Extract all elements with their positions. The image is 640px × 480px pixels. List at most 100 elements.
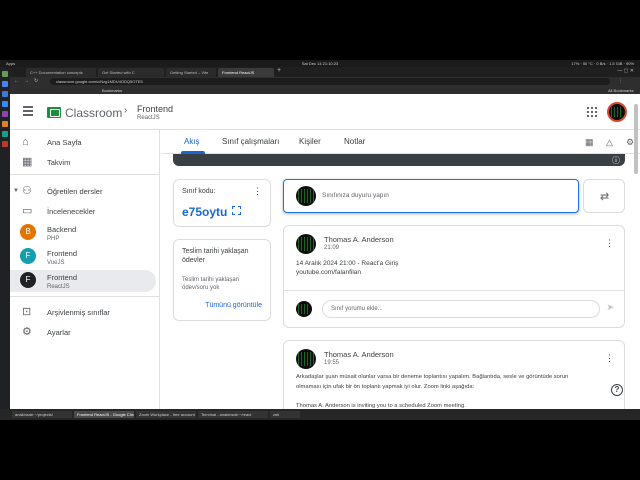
post-text: Arkadaşlar şuan müsait olanlar varsa bir… <box>296 374 569 380</box>
upcoming-title: Teslim tarihi yaklaşan ödevler <box>182 248 249 264</box>
reload-icon[interactable]: ↻ <box>34 78 38 84</box>
google-apps-icon[interactable] <box>587 107 597 117</box>
sidebar-item-course[interactable]: F Frontend VueJS <box>10 246 156 268</box>
extensions-icon[interactable]: ⋮ <box>618 78 623 84</box>
new-tab-icon[interactable]: + <box>277 67 281 74</box>
caret-down-icon[interactable]: ▼ <box>13 188 19 194</box>
course-avatar: B <box>20 224 36 240</box>
view-all-link[interactable]: Tümünü görüntüle <box>205 302 262 309</box>
screen: Apps Sat Dec 14 21:10:23 17% · 50 °C · 0… <box>0 0 640 480</box>
taskbar: anakinsde:~/projects/ Frontend ReactJS -… <box>0 409 640 420</box>
archive-icon: ⊡ <box>22 306 32 318</box>
sidebar-item-home[interactable]: ⌂ Ana Sayfa <box>10 132 156 154</box>
home-icon: ⌂ <box>22 136 29 148</box>
sidebar-item-calendar[interactable]: ▦ Takvim <box>10 152 156 174</box>
sidebar-item-label: İncelenecekler <box>47 207 96 216</box>
chrome-icon[interactable] <box>2 81 8 87</box>
repost-card: ⇄ <box>583 179 625 213</box>
taskbar-item[interactable]: Zoom Workplace - free account <box>136 411 196 418</box>
sidebar-item-review[interactable]: ▭ İncelenecekler <box>10 201 156 223</box>
browser-toolbar: ← → ↻ classroom.google.com/c/Nzg1MDU4ODQ… <box>10 77 640 86</box>
sidebar-item-course[interactable]: B Backend PHP <box>10 222 156 244</box>
fullscreen-icon[interactable] <box>232 206 241 215</box>
course-avatar: F <box>20 248 36 264</box>
taskbar-item[interactable]: anakinsde:~/projects/ <box>12 411 72 418</box>
course-name: Frontend <box>47 273 78 282</box>
post-card: Thomas A. Anderson 21:09 ⋮ 14 Aralık 202… <box>283 225 625 328</box>
window-controls-icon[interactable]: — ▢ ✕ <box>617 68 634 74</box>
browser-tab[interactable]: Getting Started – Vite <box>166 68 216 77</box>
help-icon[interactable]: ? <box>611 384 623 396</box>
sidebar-item-teaching[interactable]: ▼ ⚇ Öğretilen dersler <box>10 181 156 203</box>
folder-icon: ▭ <box>22 205 33 217</box>
tab-people[interactable]: Kişiler <box>299 137 321 146</box>
tab-grades[interactable]: Notlar <box>344 137 365 146</box>
app-icon[interactable] <box>2 141 8 147</box>
classroom-page: Classroom › Frontend ReactJS ⌂ Ana Sayfa… <box>10 94 640 409</box>
repost-icon[interactable]: ⇄ <box>600 190 609 203</box>
course-section: PHP <box>47 236 60 242</box>
post-text[interactable]: youtube.com/falanfilan <box>296 269 361 276</box>
announce-box[interactable]: Sınıfınıza duyuru yapın <box>283 179 579 213</box>
app-dock <box>0 67 10 409</box>
browser-tab-active[interactable]: Frontend ReactJS <box>218 68 274 77</box>
app-bar: Classroom › Frontend ReactJS <box>10 94 640 130</box>
sidebar-item-course-active[interactable]: F Frontend ReactJS <box>10 270 156 292</box>
post-author: Thomas A. Anderson <box>324 235 394 244</box>
zoom-icon[interactable] <box>2 101 8 107</box>
comment-input[interactable]: Sınıf yorumu ekle... <box>322 300 600 318</box>
bookmarks-bar: Bookmarks All Bookmarks <box>10 86 640 94</box>
browser-tab[interactable]: Get Started with C <box>98 68 164 77</box>
app-icon[interactable] <box>2 111 8 117</box>
page-scrollbar[interactable] <box>634 104 638 174</box>
menu-icon[interactable] <box>23 106 34 116</box>
os-top-bar: Apps Sat Dec 14 21:10:23 17% · 50 °C · 0… <box>0 60 640 67</box>
calendar-icon[interactable]: ▦ <box>585 137 594 148</box>
more-vert-icon[interactable]: ⋮ <box>253 186 262 197</box>
classroom-logo-icon[interactable] <box>47 107 61 118</box>
app-icon[interactable] <box>2 131 8 137</box>
tab-classwork[interactable]: Sınıf çalışmaları <box>222 137 279 146</box>
class-code-value[interactable]: e75oytu <box>182 205 227 219</box>
stream-main: ⓘ Sınıf kodu: ⋮ e75oytu Teslim tarihi ya… <box>161 154 640 409</box>
sidebar-item-settings[interactable]: ⚙ Ayarlar <box>10 322 156 344</box>
avatar <box>296 349 316 369</box>
sidebar: ⌂ Ana Sayfa ▦ Takvim ▼ ⚇ Öğretilen dersl… <box>10 130 160 409</box>
post-author: Thomas A. Anderson <box>324 350 394 359</box>
tab-stream[interactable]: Akış <box>184 137 200 146</box>
account-avatar[interactable] <box>607 102 627 122</box>
info-icon[interactable]: ⓘ <box>612 155 620 166</box>
forward-icon[interactable]: → <box>24 78 29 84</box>
terminal-icon[interactable] <box>2 71 8 77</box>
send-icon[interactable]: ➤ <box>606 302 614 313</box>
sidebar-item-archived[interactable]: ⊡ Arşivlenmiş sınıflar <box>10 302 156 324</box>
more-vert-icon[interactable]: ⋮ <box>605 238 614 249</box>
course-section: VueJS <box>47 260 65 266</box>
browser-tab[interactable]: C++ Documentation concepts <box>26 68 96 77</box>
course-section: ReactJS <box>47 284 70 290</box>
course-title[interactable]: Frontend <box>137 104 173 114</box>
divider <box>10 174 160 175</box>
post-card: Thomas A. Anderson 19:55 ⋮ Arkadaşlar şu… <box>283 340 625 409</box>
post-time: 21:09 <box>324 245 340 251</box>
taskbar-item[interactable]: zsh <box>270 411 300 418</box>
back-icon[interactable]: ← <box>14 78 19 84</box>
app-icon[interactable] <box>2 121 8 127</box>
post-text: olmaması için ufak bir ön toplantı yapma… <box>296 384 475 390</box>
divider <box>284 290 624 291</box>
bookmarks-folder[interactable]: Bookmarks <box>102 88 122 93</box>
all-bookmarks[interactable]: All Bookmarks <box>608 88 634 93</box>
files-icon[interactable] <box>2 91 8 97</box>
os-status: 17% · 50 °C · 0 B/s · 1.5 GiB · 90% <box>571 61 634 66</box>
taskbar-item[interactable]: Terminal - anakinsde:~/react <box>198 411 268 418</box>
brand-title[interactable]: Classroom <box>65 106 122 120</box>
gear-icon[interactable]: ⚙ <box>626 137 634 148</box>
more-vert-icon[interactable]: ⋮ <box>605 353 614 364</box>
people-icon: ⚇ <box>22 185 32 197</box>
drive-folder-icon[interactable]: △ <box>606 137 613 148</box>
avatar <box>296 186 316 206</box>
calendar-icon: ▦ <box>22 156 33 168</box>
chevron-right-icon: › <box>124 105 128 116</box>
address-bar[interactable]: classroom.google.com/c/Nzg1MDU4ODQ5OTE5 <box>50 78 610 85</box>
taskbar-item-active[interactable]: Frontend ReactJS - Google Chrome <box>74 411 134 418</box>
